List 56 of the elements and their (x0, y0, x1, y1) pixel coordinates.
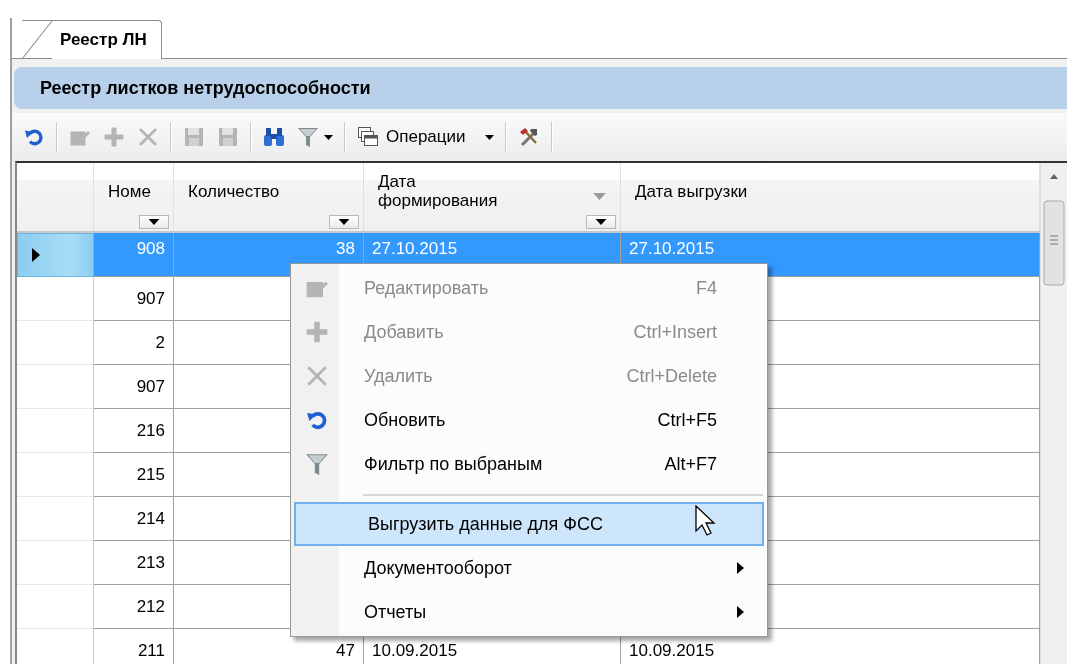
operations-menu-button[interactable]: Операции (352, 119, 499, 155)
column-filter-button[interactable] (329, 215, 359, 229)
table-cell: 211 (94, 629, 174, 664)
row-header[interactable] (17, 409, 94, 453)
column-header[interactable]: Количество (174, 163, 364, 231)
row-header[interactable] (17, 497, 94, 541)
plus-icon (103, 126, 125, 148)
table-cell: 212 (94, 585, 174, 629)
row-header[interactable] (17, 585, 94, 629)
shortcut-label: Alt+F7 (664, 453, 717, 475)
stacked-windows-icon (357, 126, 379, 148)
table-cell: 215 (94, 453, 174, 497)
menu-item[interactable]: Обновить Ctrl+F5 (291, 398, 764, 442)
current-row-arrow-icon (32, 248, 40, 262)
row-header[interactable] (17, 365, 94, 409)
row-header[interactable] (17, 541, 94, 585)
menu-item[interactable]: Фильтр по выбраным Alt+F7 (291, 442, 764, 486)
shortcut-label: Ctrl+F5 (657, 409, 717, 431)
shortcut-label: F4 (696, 277, 717, 299)
funnel-icon (305, 452, 329, 476)
menu-item[interactable]: Документооборот (291, 546, 764, 590)
column-filter-button[interactable] (586, 215, 616, 229)
caret-icon (148, 219, 160, 225)
caret-icon (484, 134, 494, 140)
column-header[interactable]: Дата формирования (364, 163, 621, 231)
table-cell: 907 (94, 277, 174, 321)
binoculars-icon (263, 126, 285, 148)
table-cell: 908 (94, 233, 174, 277)
panel-title: Реестр листков нетрудоспособности (14, 67, 1067, 109)
sort-arrow-icon (593, 193, 606, 200)
table-cell: 2 (94, 321, 174, 365)
table-cell: 907 (94, 365, 174, 409)
table-cell: 213 (94, 541, 174, 585)
table-cell: 214 (94, 497, 174, 541)
submenu-arrow-icon (736, 562, 744, 574)
plus-icon (305, 320, 329, 344)
menu-item[interactable]: Выгрузить данные для ФСС (294, 502, 764, 546)
table-cell: 216 (94, 409, 174, 453)
row-header[interactable] (17, 277, 94, 321)
row-header[interactable] (17, 321, 94, 365)
submenu-arrow-icon (736, 606, 744, 618)
funnel-icon (297, 126, 319, 148)
column-header[interactable]: Номе (94, 163, 174, 231)
shortcut-label: Ctrl+Delete (626, 365, 717, 387)
mouse-pointer-icon (695, 505, 717, 537)
cross-icon (305, 364, 329, 388)
caret-icon (324, 134, 333, 140)
caret-icon (338, 219, 350, 225)
shortcut-label: Ctrl+Insert (633, 321, 717, 343)
row-header[interactable] (17, 453, 94, 497)
caret-icon (595, 219, 607, 225)
row-header[interactable] (17, 233, 94, 277)
cross-icon (137, 126, 159, 148)
column-filter-button[interactable] (139, 215, 169, 229)
tab[interactable]: Реестр ЛН (22, 20, 162, 59)
vertical-scrollbar[interactable] (1040, 163, 1067, 663)
